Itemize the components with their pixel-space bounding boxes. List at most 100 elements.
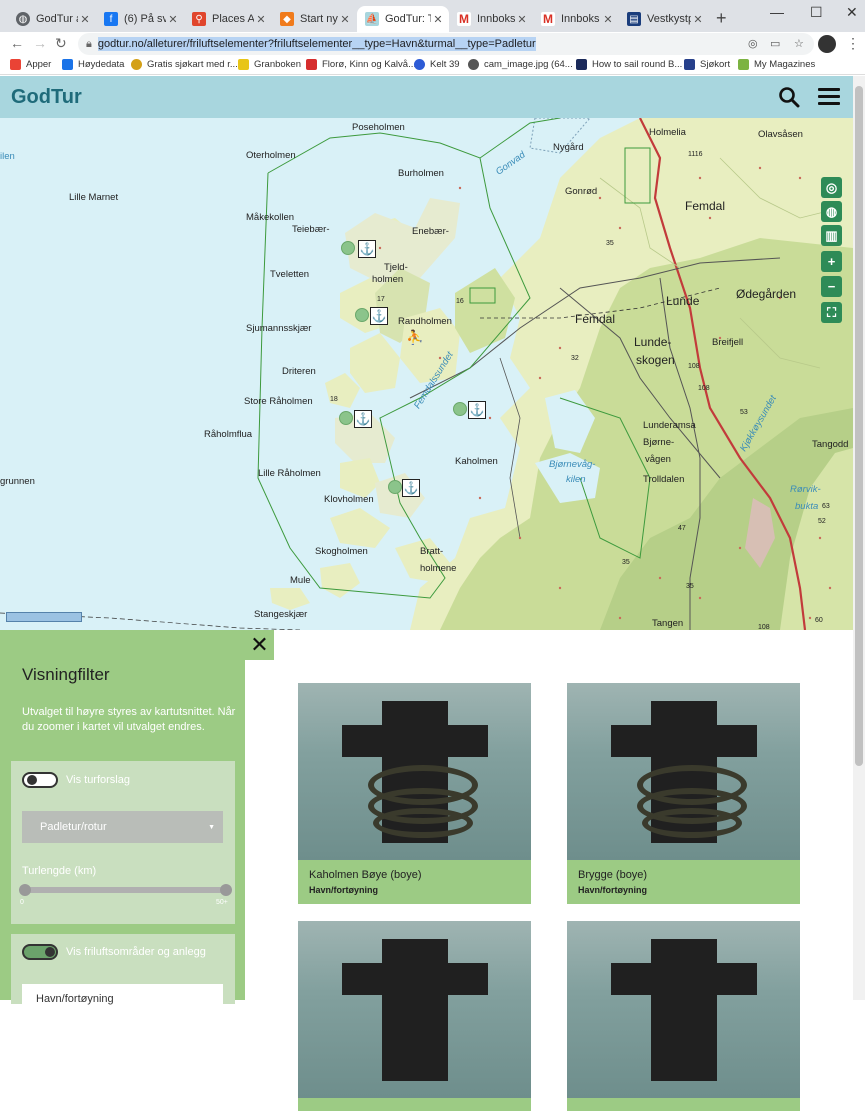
result-card[interactable]: Kaholmen Bøye (boye) Havn/fortøyning — [298, 683, 531, 904]
close-icon[interactable]: ✕ — [78, 13, 92, 26]
browser-menu-icon[interactable]: ⋮ — [846, 35, 860, 52]
bookmark-kelt[interactable]: Kelt 39 — [414, 59, 460, 70]
url-field[interactable]: 🔒︎ godtur.no/alleturer/friluftselementer… — [78, 33, 814, 55]
tour-length-slider[interactable] — [19, 884, 232, 896]
water-label: bukta — [795, 501, 819, 512]
tab-places[interactable]: ⚲ Places At th ✕ — [184, 6, 272, 32]
forward-icon[interactable]: → — [33, 35, 47, 51]
poi-marker[interactable] — [341, 241, 355, 255]
hamburger-menu-icon[interactable] — [818, 88, 840, 106]
poi-marker[interactable] — [453, 402, 467, 416]
bookmark-granboken[interactable]: Granboken — [238, 59, 301, 70]
anchor-icon[interactable]: ⚓ — [370, 307, 388, 325]
place-label: Skogholmen — [315, 546, 368, 557]
bookmark-sail[interactable]: How to sail round B... — [576, 59, 682, 70]
close-filter-button[interactable]: ✕ — [245, 630, 274, 660]
tab-facebook[interactable]: f (6) På svai ✕ — [96, 6, 184, 32]
tab-vestkyst[interactable]: ▤ Vestkystpa ✕ — [619, 6, 709, 32]
poi-marker[interactable] — [355, 308, 369, 322]
tab-godtur-active[interactable]: ⛵ GodTur: Tu ✕ — [357, 6, 449, 32]
result-card[interactable] — [567, 921, 800, 1111]
tab-gmail-1[interactable]: M Innboks (3 ✕ — [449, 6, 533, 32]
close-icon[interactable]: ✕ — [166, 13, 180, 26]
show-tours-label: Vis turforslag — [66, 774, 130, 786]
bookmark-cam-image[interactable]: cam_image.jpg (64... — [468, 59, 573, 70]
result-type: Havn/fortøyning — [309, 885, 378, 895]
close-icon[interactable]: ✕ — [431, 13, 445, 26]
place-label: Stangeskjær — [254, 609, 308, 620]
map-layers-icon[interactable]: ▥ — [821, 225, 842, 246]
back-icon[interactable]: ← — [10, 35, 24, 51]
cast-icon[interactable]: ▭ — [770, 37, 780, 50]
bookmark-hoydedata[interactable]: Høydedata — [62, 59, 124, 70]
zoom-in-button[interactable]: + — [821, 251, 842, 272]
place-label: Lille Marnet — [69, 192, 119, 203]
chevron-down-icon: ▼ — [208, 823, 215, 831]
location-icon[interactable]: ◎ — [748, 37, 758, 50]
slider-min-value: 0 — [20, 899, 24, 906]
bookmark-sjokort[interactable]: Sjøkort — [684, 59, 730, 70]
elevation-label: 17 — [377, 296, 385, 303]
tab-forum[interactable]: ◆ Start nytt e ✕ — [272, 6, 356, 32]
poi-marker[interactable] — [388, 480, 402, 494]
reload-icon[interactable]: ↻ — [55, 35, 67, 52]
window-close-icon[interactable]: ✕ — [846, 4, 858, 21]
godtur-logo[interactable]: GodTur — [11, 86, 82, 109]
bookmark-magazines[interactable]: My Magazines — [738, 59, 815, 70]
slider-max-handle[interactable] — [220, 884, 232, 896]
road-number-label: 108 — [688, 363, 700, 370]
maximize-icon[interactable]: ☐ — [810, 4, 823, 21]
place-label: Oterholmen — [246, 150, 296, 161]
show-tours-toggle[interactable] — [22, 772, 58, 788]
page-scrollbar[interactable] — [853, 76, 865, 1000]
close-icon[interactable]: ✕ — [691, 13, 705, 26]
elevation-label: 47 — [678, 525, 686, 532]
scrollbar-thumb[interactable] — [855, 86, 863, 766]
bookmark-floro[interactable]: Florø, Kinn og Kalvå... — [306, 59, 416, 70]
anchor-icon[interactable]: ⚓ — [358, 240, 376, 258]
doc-icon: ▤ — [627, 12, 641, 26]
show-areas-toggle[interactable] — [22, 944, 58, 960]
minimize-icon[interactable]: — — [770, 4, 784, 20]
area-type-select[interactable]: Havn/fortøyning — [22, 984, 223, 1014]
close-icon[interactable]: ✕ — [338, 13, 352, 26]
elevation-label: 32 — [571, 355, 579, 362]
map-view[interactable]: Poseholmen Oterholmen Burholmen Lille Ma… — [0, 118, 853, 630]
place-label: Trolldalen — [643, 474, 685, 485]
elevation-label: 63 — [822, 503, 830, 510]
tour-type-select[interactable]: Padletur/rotur ▼ — [22, 811, 223, 843]
close-icon[interactable]: ✕ — [601, 13, 615, 26]
anchor-icon[interactable]: ⚓ — [354, 410, 372, 428]
close-icon[interactable]: ✕ — [254, 13, 268, 26]
place-label: Klovholmen — [324, 494, 374, 505]
locate-icon[interactable]: ◎ — [821, 177, 842, 198]
result-card[interactable] — [298, 921, 531, 1111]
star-icon[interactable]: ☆ — [794, 37, 804, 50]
tab-godtur-ava[interactable]: ◍ GodTur ava ✕ — [8, 6, 96, 32]
slider-min-handle[interactable] — [19, 884, 31, 896]
tour-filter-box: Vis turforslag Padletur/rotur ▼ Turlengd… — [11, 761, 235, 924]
anchor-icon[interactable]: ⚓ — [402, 479, 420, 497]
close-icon[interactable]: ✕ — [515, 13, 529, 26]
new-tab-button[interactable]: + — [716, 8, 727, 29]
profile-avatar[interactable] — [818, 35, 836, 53]
tab-gmail-2[interactable]: M Innboks (3 ✕ — [533, 6, 619, 32]
bookmark-apps[interactable]: Apper — [10, 59, 51, 70]
elevation-label: 35 — [622, 559, 630, 566]
place-label: Gonrød — [565, 186, 598, 197]
swimming-icon[interactable]: ⛹ — [406, 328, 424, 346]
elevation-label: 60 — [815, 617, 823, 624]
anchor-icon[interactable]: ⚓ — [468, 401, 486, 419]
results-grid: Kaholmen Bøye (boye) Havn/fortøyning Bry… — [245, 660, 853, 1111]
search-icon[interactable] — [778, 86, 800, 108]
globe-icon[interactable]: ◍ — [821, 201, 842, 222]
bookmark-sjokart[interactable]: Gratis sjøkart med r... — [131, 59, 238, 70]
show-areas-label: Vis friluftsområder og anlegg — [66, 946, 206, 958]
result-title — [567, 1098, 800, 1111]
result-title — [298, 1098, 531, 1111]
poi-marker[interactable] — [339, 411, 353, 425]
zoom-out-button[interactable]: − — [821, 276, 842, 297]
elevation-label: 52 — [818, 518, 826, 525]
result-card[interactable]: Brygge (boye) Havn/fortøyning — [567, 683, 800, 904]
fullscreen-icon[interactable]: ⛶ — [821, 302, 842, 323]
